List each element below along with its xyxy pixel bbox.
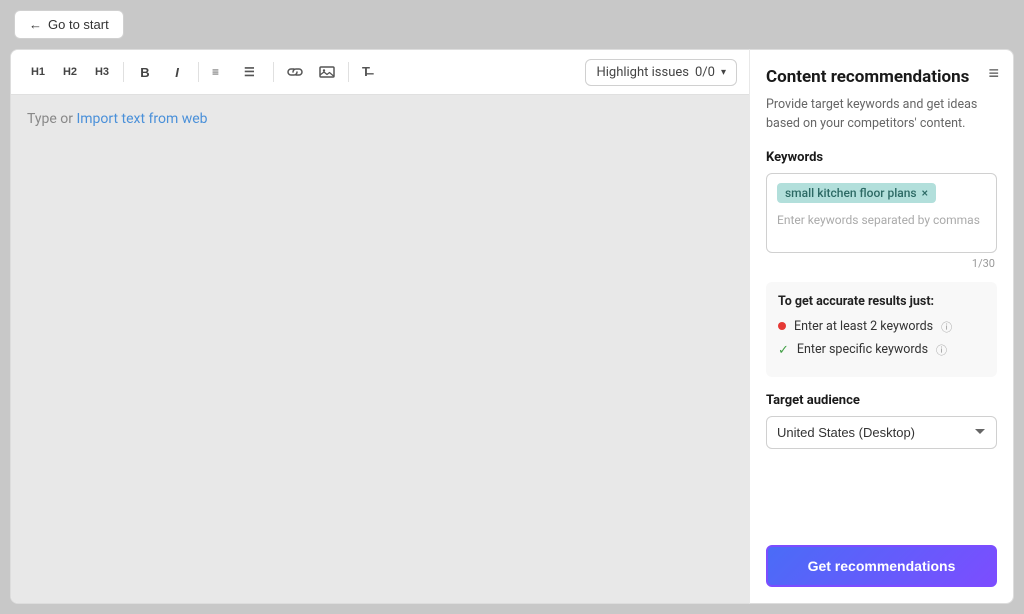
highlight-issues-dropdown[interactable]: Highlight issues 0/0 ▾ [585,59,737,86]
tip-1-text: Enter at least 2 keywords [794,319,933,334]
highlight-issues-label: Highlight issues [596,65,689,80]
clear-format-button[interactable]: T̶ [355,58,385,86]
list-group: ≡ ☰ [205,58,267,86]
unordered-list-icon: ☰ [244,65,260,79]
keywords-counter: 1/30 [766,257,997,270]
audience-select[interactable]: United States (Desktop) United States (M… [766,416,997,449]
svg-text:☰: ☰ [244,65,255,79]
tip-item-2: ✓ Enter specific keywords ⓘ [778,342,985,358]
h3-label: H3 [95,66,109,78]
h2-label: H2 [63,66,77,78]
editor-section: H1 H2 H3 B I [10,49,749,604]
unordered-list-button[interactable]: ☰ [237,58,267,86]
dropdown-chevron-icon: ▾ [721,67,726,78]
ordered-list-button[interactable]: ≡ [205,58,235,86]
format-group: B I [130,58,192,86]
tip-check-green-icon: ✓ [778,343,789,358]
keyword-tag-remove-button[interactable]: × [922,187,928,199]
panel-subtitle: Provide target keywords and get ideas ba… [766,96,997,134]
heading-group: H1 H2 H3 [23,58,117,86]
go-to-start-label: Go to start [48,17,109,32]
separator-4 [348,62,349,82]
separator-1 [123,62,124,82]
h2-button[interactable]: H2 [55,58,85,86]
tip-2-text: Enter specific keywords [797,342,928,357]
panel-menu-button[interactable]: ≡ [988,64,999,82]
svg-text:≡: ≡ [212,65,219,79]
target-audience-label: Target audience [766,393,997,408]
highlight-issues-count: 0/0 [695,65,715,80]
arrow-left-icon: ← [29,17,42,32]
tip-bullet-red-icon [778,322,786,330]
panel-title: Content recommendations [766,66,997,88]
link-button[interactable] [280,58,310,86]
tip-item-1: Enter at least 2 keywords ⓘ [778,319,985,335]
keywords-box[interactable]: small kitchen floor plans × Enter keywor… [766,173,997,253]
keyword-tag: small kitchen floor plans × [777,183,936,203]
ordered-list-icon: ≡ [212,65,228,79]
editor-body[interactable]: Type or Import text from web [11,95,749,603]
right-panel: ≡ Content recommendations Provide target… [749,49,1014,604]
tips-box: To get accurate results just: Enter at l… [766,282,997,377]
bold-label: B [140,65,149,80]
italic-button[interactable]: I [162,58,192,86]
keywords-section-label: Keywords [766,150,997,165]
top-bar: ← Go to start [0,0,1024,49]
placeholder-text: Type or [27,111,76,127]
keyword-tag-text: small kitchen floor plans [785,186,917,200]
tip-1-info-icon[interactable]: ⓘ [941,319,952,335]
image-icon [319,65,335,79]
bold-button[interactable]: B [130,58,160,86]
italic-label: I [175,65,179,80]
editor-placeholder: Type or Import text from web [27,111,208,127]
go-to-start-button[interactable]: ← Go to start [14,10,124,39]
separator-2 [198,62,199,82]
h1-button[interactable]: H1 [23,58,53,86]
svg-text:T̶: T̶ [362,65,374,79]
get-recommendations-label: Get recommendations [808,558,956,574]
tips-title: To get accurate results just: [778,294,985,309]
keywords-placeholder: Enter keywords separated by commas [777,213,986,227]
clear-format-icon: T̶ [362,65,378,79]
get-recommendations-button[interactable]: Get recommendations [766,545,997,587]
tip-2-info-icon[interactable]: ⓘ [936,342,947,358]
toolbar: H1 H2 H3 B I [11,50,749,95]
insert-group [280,58,342,86]
h3-button[interactable]: H3 [87,58,117,86]
main-content: H1 H2 H3 B I [0,49,1024,614]
image-button[interactable] [312,58,342,86]
separator-3 [273,62,274,82]
link-icon [287,65,303,79]
import-link[interactable]: Import text from web [76,111,207,127]
h1-label: H1 [31,66,45,78]
